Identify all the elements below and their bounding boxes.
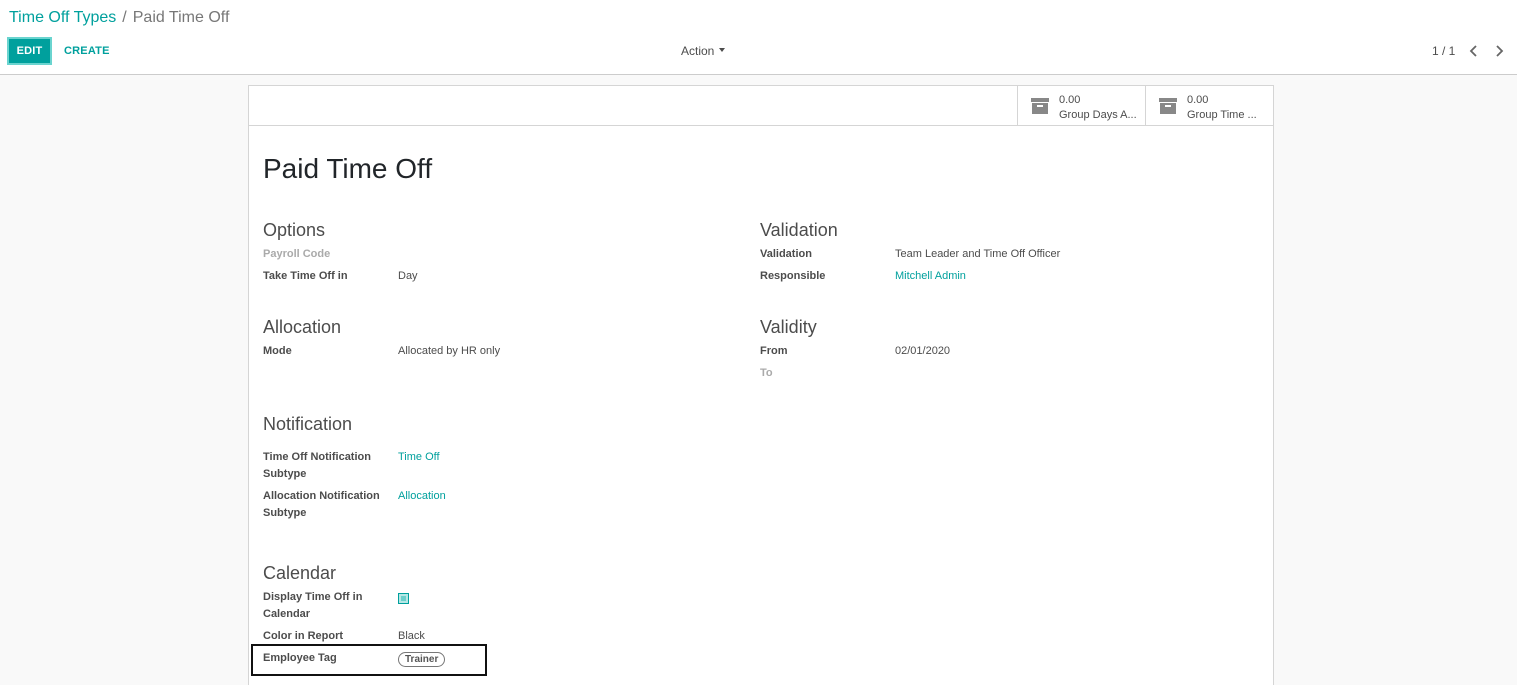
- stat-value: 0.00: [1187, 94, 1209, 106]
- color-in-report-label: Color in Report: [263, 630, 344, 642]
- smart-button-box: 0.00 Group Days A... 0.00 Group Time ...: [249, 86, 1273, 126]
- mode-value: Allocated by HR only: [398, 345, 501, 357]
- pager-value[interactable]: 1 / 1: [1432, 44, 1455, 58]
- validity-group-title: Validity: [760, 317, 817, 337]
- time-off-notification-link[interactable]: Time Off: [398, 449, 440, 466]
- notification-group-title: Notification: [263, 414, 353, 434]
- payroll-code-label: Payroll Code: [263, 248, 331, 260]
- group-days-allocated-button[interactable]: 0.00 Group Days A...: [1017, 86, 1145, 126]
- create-button[interactable]: CREATE: [58, 37, 116, 65]
- pager-previous-button[interactable]: [1468, 43, 1482, 59]
- allocation-notification-label-line1: Allocation Notification: [263, 490, 380, 502]
- breadcrumb-current: Paid Time Off: [132, 9, 230, 26]
- display-time-off-label-line2: Calendar: [263, 608, 311, 620]
- pager-next-button[interactable]: [1493, 43, 1507, 59]
- validation-value: Team Leader and Time Off Officer: [895, 248, 1061, 260]
- archive-icon: [1159, 98, 1177, 114]
- allocation-notification-label-line2: Subtype: [263, 507, 307, 519]
- group-time-off-button[interactable]: 0.00 Group Time ...: [1145, 86, 1273, 126]
- color-in-report-value: Black: [398, 630, 425, 642]
- breadcrumb-time-off-types[interactable]: Time Off Types: [9, 9, 116, 26]
- stat-label: Group Time ...: [1187, 109, 1257, 121]
- stat-label: Group Days A...: [1059, 109, 1137, 121]
- allocation-notification-link[interactable]: Allocation: [398, 488, 446, 505]
- responsible-label: Responsible: [760, 270, 826, 282]
- caret-down-icon: [719, 48, 726, 53]
- record-title: Paid Time Off: [263, 153, 433, 184]
- display-time-off-label-line1: Display Time Off in: [263, 591, 363, 603]
- breadcrumb: Time Off Types / Paid Time Off: [9, 8, 229, 28]
- archive-icon: [1031, 98, 1049, 114]
- employee-tag-label: Employee Tag: [263, 652, 337, 664]
- edit-button[interactable]: EDIT: [7, 37, 52, 65]
- mode-label: Mode: [263, 345, 292, 357]
- calendar-group-title: Calendar: [263, 563, 337, 583]
- breadcrumb-separator: /: [122, 9, 127, 26]
- validation-group-title: Validation: [760, 220, 838, 240]
- action-label: Action: [681, 44, 715, 58]
- allocation-group-title: Allocation: [263, 317, 342, 337]
- time-off-notification-label-line1: Time Off Notification: [263, 451, 371, 463]
- stat-value: 0.00: [1059, 94, 1081, 106]
- control-panel: Time Off Types / Paid Time Off EDIT CREATE…: [0, 0, 1517, 75]
- chevron-right-icon: [1496, 45, 1504, 57]
- responsible-link[interactable]: Mitchell Admin: [895, 268, 966, 285]
- from-value: 02/01/2020: [895, 345, 951, 357]
- take-time-off-value: Day: [398, 270, 418, 282]
- take-time-off-label: Take Time Off in: [263, 270, 348, 282]
- chevron-left-icon: [1469, 45, 1477, 57]
- time-off-notification-label-line2: Subtype: [263, 468, 307, 480]
- options-group-title: Options: [263, 220, 326, 240]
- employee-tag-badge[interactable]: Trainer: [398, 652, 446, 667]
- validation-label: Validation: [760, 248, 812, 260]
- action-dropdown[interactable]: Action: [681, 44, 726, 58]
- to-label: To: [760, 367, 773, 379]
- from-label: From: [760, 345, 788, 357]
- display-time-off-checkbox[interactable]: [398, 593, 409, 604]
